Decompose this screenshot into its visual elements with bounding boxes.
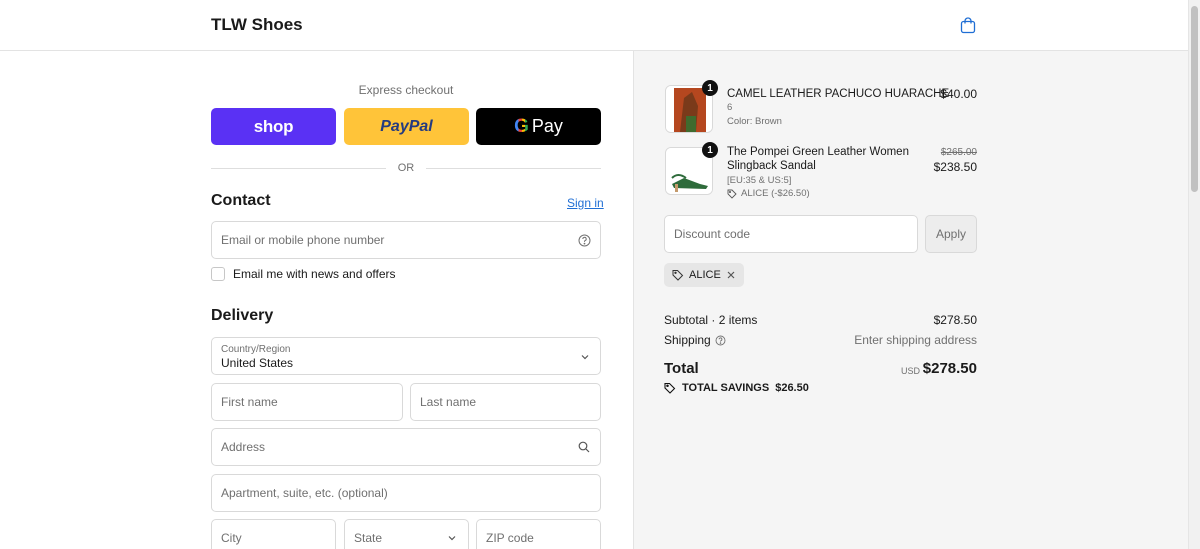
shipping-label: Shipping [664, 333, 711, 347]
checkout-header: TLW Shoes [0, 0, 1188, 51]
total-savings-value: $26.50 [775, 382, 809, 394]
close-icon [727, 271, 735, 279]
news-opt-in[interactable]: Email me with news and offers [211, 267, 396, 281]
zip-input[interactable] [477, 520, 600, 549]
quantity-badge: 1 [702, 80, 718, 96]
shopping-bag-icon [960, 16, 976, 33]
last-name-input[interactable] [411, 384, 600, 420]
item-variant: [EU:35 & US:5] [727, 175, 792, 186]
item-color: Color: Brown [727, 116, 782, 127]
help-icon[interactable] [715, 335, 726, 346]
google-g-icon: G [514, 115, 529, 137]
tag-icon [664, 382, 676, 394]
google-pay-button[interactable]: G Pay [476, 108, 601, 145]
apply-discount-button[interactable]: Apply [925, 215, 977, 253]
subtotal-value: $278.50 [933, 313, 977, 327]
chevron-down-icon [580, 351, 590, 365]
shop-pay-button[interactable]: shop [211, 108, 336, 145]
email-field[interactable] [211, 221, 601, 259]
help-icon[interactable] [577, 233, 591, 247]
subtotal-label: Subtotal · 2 items [664, 313, 758, 327]
address-input[interactable] [212, 429, 600, 465]
first-name-field[interactable] [211, 383, 403, 421]
express-checkout-title: Express checkout [358, 83, 454, 97]
total-savings-label: TOTAL SAVINGS [682, 382, 770, 394]
country-value: United States [221, 356, 294, 370]
item-variant: 6 [727, 102, 733, 113]
item-name-line-2: Slingback Sandal [727, 160, 816, 172]
order-summary-panel [633, 51, 1188, 549]
shipping-row: Shipping [664, 333, 726, 347]
item-price: $238.50 [933, 160, 977, 174]
total-savings-row: TOTAL SAVINGS $26.50 [664, 382, 809, 394]
paypal-button[interactable]: PayPal [344, 108, 469, 145]
paypal-label: PayPal [380, 117, 433, 135]
remove-discount-button[interactable] [726, 270, 736, 280]
email-input[interactable] [212, 222, 600, 258]
state-select[interactable] [344, 519, 469, 549]
item-discount: ALICE (-$26.50) [727, 188, 810, 199]
address-field[interactable] [211, 428, 601, 466]
contact-title: Contact [211, 192, 271, 209]
tag-icon [672, 270, 684, 281]
search-icon [577, 440, 591, 454]
quantity-badge: 1 [702, 142, 718, 158]
total-label: Total [664, 360, 699, 377]
scrollbar-thumb[interactable] [1191, 6, 1198, 192]
applied-discount-chip: ALICE [664, 263, 744, 287]
item-original-price: $265.00 [940, 147, 977, 158]
google-pay-label: Pay [531, 116, 563, 136]
item-price: $40.00 [940, 87, 977, 101]
divider-line-right [426, 168, 601, 169]
news-checkbox[interactable] [211, 267, 225, 281]
shop-pay-label: shop [253, 116, 294, 136]
sign-in-link[interactable]: Sign in [567, 196, 604, 210]
first-name-input[interactable] [212, 384, 402, 420]
item-name: CAMEL LEATHER PACHUCO HUARACHE [727, 88, 950, 100]
cart-button[interactable] [957, 14, 979, 36]
news-checkbox-label: Email me with news and offers [233, 267, 396, 281]
discount-code-input[interactable] [665, 216, 917, 252]
discount-code-field[interactable] [664, 215, 918, 253]
shipping-value: Enter shipping address [854, 333, 977, 347]
city-field[interactable] [211, 519, 336, 549]
total-value: $278.50 [922, 360, 977, 377]
country-label: Country/Region [221, 344, 291, 355]
or-divider: OR [211, 162, 601, 176]
delivery-title: Delivery [211, 307, 274, 324]
item-discount-label: ALICE (-$26.50) [741, 188, 810, 199]
last-name-field[interactable] [410, 383, 601, 421]
apartment-input[interactable] [212, 475, 600, 511]
applied-code-label: ALICE [689, 269, 721, 281]
item-name-line-1: The Pompei Green Leather Women [727, 146, 909, 158]
apartment-field[interactable] [211, 474, 601, 512]
country-select[interactable]: Country/Region United States [211, 337, 601, 375]
tag-icon [727, 189, 737, 199]
page-scrollbar[interactable] [1188, 0, 1200, 549]
chevron-down-icon [445, 531, 459, 545]
store-brand[interactable]: TLW Shoes [211, 15, 303, 35]
city-input[interactable] [212, 520, 335, 549]
zip-field[interactable] [476, 519, 601, 549]
